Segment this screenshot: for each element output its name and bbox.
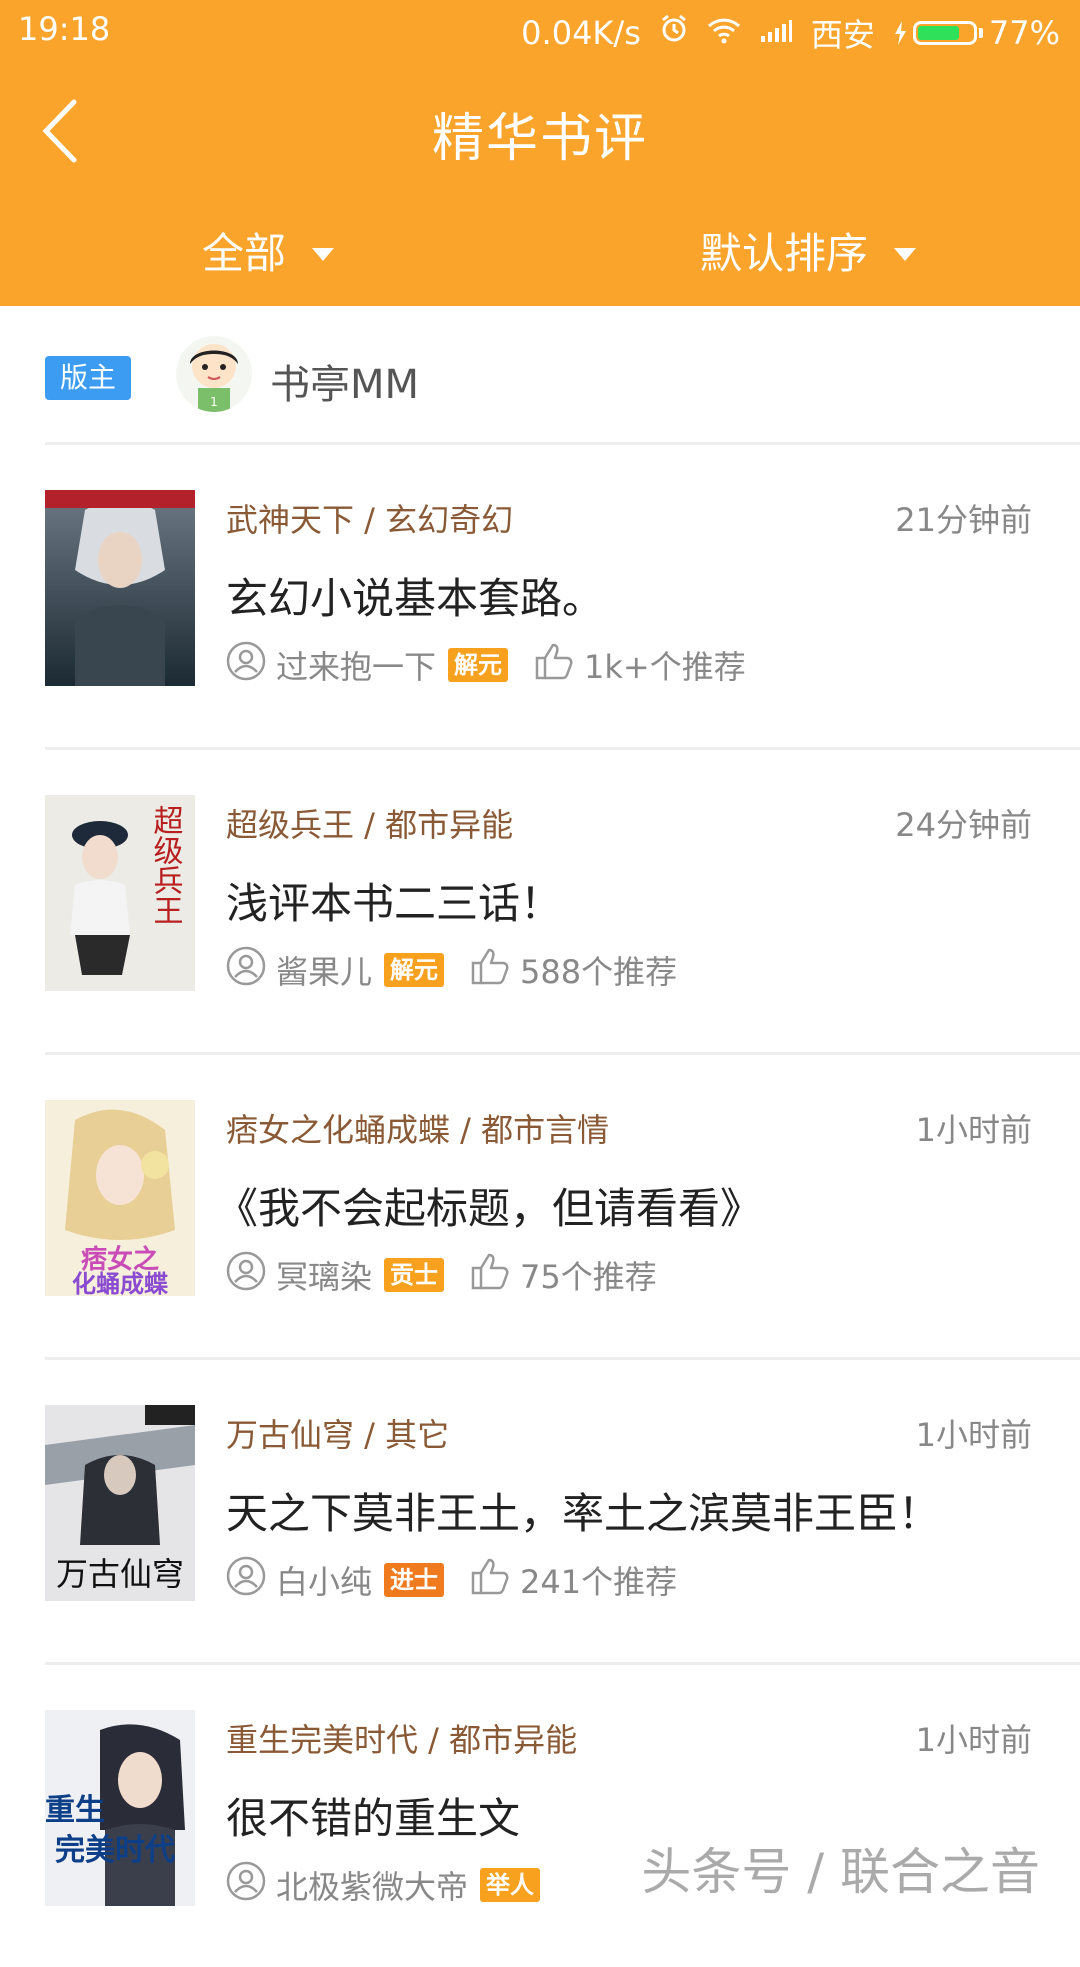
recommend-count: 75个推荐 <box>520 1258 657 1296</box>
battery-indicator: 77% <box>893 14 1060 52</box>
review-list-item[interactable]: 重生 完美时代 重生完美时代 / 都市异能 1小时前 很不错的重生文 北极紫微大… <box>0 1665 1080 1967</box>
review-meta: 北极紫微大帝 举人 <box>226 1861 541 1909</box>
rank-badge: 举人 <box>480 1868 541 1902</box>
thumbs-up-icon[interactable] <box>470 1252 510 1298</box>
reviewer-name[interactable]: 白小纯 <box>276 1557 372 1603</box>
svg-text:1: 1 <box>210 395 218 409</box>
watermark: 头条号 / 联合之音 <box>641 1843 1040 1901</box>
reviewer-name[interactable]: 北极紫微大帝 <box>276 1862 468 1908</box>
review-title[interactable]: 天之下莫非王土，率土之滨莫非王臣！ <box>226 1480 940 1541</box>
review-time: 1小时前 <box>915 1721 1032 1759</box>
page-title: 精华书评 <box>431 109 648 169</box>
wifi-icon <box>707 14 741 52</box>
review-title[interactable]: 《我不会起标题，但请看看》 <box>216 1175 762 1236</box>
book-cover-pinv: 痞女之 化蛹成蝶 <box>45 1100 195 1296</box>
review-meta: 酱果儿 解元 588个推荐 <box>226 946 677 994</box>
review-list-item[interactable]: 痞女之 化蛹成蝶 痞女之化蛹成蝶 / 都市言情 1小时前 《我不会起标题，但请看… <box>0 1055 1080 1357</box>
svg-text:万古仙穹: 万古仙穹 <box>56 1555 184 1593</box>
review-title[interactable]: 浅评本书二三话！ <box>226 870 562 931</box>
rank-badge: 解元 <box>448 648 509 682</box>
book-category[interactable]: 武神天下 / 玄幻奇幻 <box>226 495 513 541</box>
book-cover-wangu: 万古仙穹 <box>45 1405 195 1601</box>
app-header: 19:18 0.04K/s 西安 77% 精华书评 全部 默认排序 <box>0 0 1080 306</box>
moderator-row: 版主 1 书亭MM <box>0 306 1080 444</box>
battery-tip <box>978 28 983 38</box>
user-icon <box>226 1556 266 1604</box>
battery-percent: 77% <box>988 14 1060 52</box>
status-right: 0.04K/s 西安 77% <box>521 10 1060 56</box>
book-cover-chaoji: 超级兵王 <box>45 795 195 991</box>
signal-icon <box>759 14 793 52</box>
net-speed: 0.04K/s <box>521 14 641 52</box>
moderator-name[interactable]: 书亭MM <box>270 352 419 410</box>
book-cover-wushen <box>45 490 195 686</box>
recommend-count: 588个推荐 <box>520 953 678 991</box>
caret-down-icon <box>894 248 917 261</box>
charging-icon <box>894 21 906 45</box>
user-icon <box>226 641 266 689</box>
battery-icon <box>912 21 977 45</box>
book-category[interactable]: 超级兵王 / 都市异能 <box>226 800 513 846</box>
reviewer-name[interactable]: 冥璃染 <box>276 1252 372 1298</box>
reviewer-name[interactable]: 过来抱一下 <box>276 642 436 688</box>
user-icon <box>226 1251 266 1299</box>
caret-down-icon <box>312 248 335 261</box>
review-list-item[interactable]: 武神天下 / 玄幻奇幻 21分钟前 玄幻小说基本套路。 过来抱一下 解元 1k+… <box>0 445 1080 747</box>
book-category[interactable]: 痞女之化蛹成蝶 / 都市言情 <box>226 1105 609 1151</box>
rank-badge: 进士 <box>384 1563 445 1597</box>
recommend-count: 1k+个推荐 <box>584 648 746 686</box>
review-title[interactable]: 玄幻小说基本套路。 <box>226 565 604 626</box>
review-list-item[interactable]: 万古仙穹 万古仙穹 / 其它 1小时前 天之下莫非王土，率土之滨莫非王臣！ 白小… <box>0 1360 1080 1662</box>
battery-fill <box>917 26 959 40</box>
sort-order-dropdown[interactable]: 默认排序 <box>700 220 917 281</box>
review-meta: 白小纯 进士 241个推荐 <box>226 1556 677 1604</box>
book-category[interactable]: 重生完美时代 / 都市异能 <box>226 1715 577 1761</box>
review-list-item[interactable]: 超级兵王 超级兵王 / 都市异能 24分钟前 浅评本书二三话！ 酱果儿 解元 5… <box>0 750 1080 1052</box>
user-icon <box>226 946 266 994</box>
svg-text:完美时代: 完美时代 <box>55 1833 175 1868</box>
reviewer-name[interactable]: 酱果儿 <box>276 947 372 993</box>
review-time: 1小时前 <box>915 1416 1032 1454</box>
book-category[interactable]: 万古仙穹 / 其它 <box>226 1410 449 1456</box>
carrier-label: 西安 <box>810 16 875 54</box>
filter-category-label: 全部 <box>202 229 287 278</box>
sort-order-label: 默认排序 <box>700 229 869 278</box>
svg-text:重生: 重生 <box>45 1793 105 1828</box>
review-time: 24分钟前 <box>895 806 1032 844</box>
moderator-badge: 版主 <box>45 356 131 400</box>
thumbs-up-icon[interactable] <box>534 642 574 688</box>
book-cover-chongsheng: 重生 完美时代 <box>45 1710 195 1906</box>
filter-category-dropdown[interactable]: 全部 <box>202 220 335 281</box>
thumbs-up-icon[interactable] <box>470 947 510 993</box>
rank-badge: 贡士 <box>384 1258 445 1292</box>
cover-title: 超级兵王 <box>148 805 184 925</box>
status-time: 19:18 <box>18 10 111 48</box>
user-icon <box>226 1861 266 1909</box>
review-meta: 过来抱一下 解元 1k+个推荐 <box>226 641 746 689</box>
thumbs-up-icon[interactable] <box>470 1557 510 1603</box>
rank-badge: 解元 <box>384 953 445 987</box>
avatar[interactable]: 1 <box>176 336 252 412</box>
svg-text:化蛹成蝶: 化蛹成蝶 <box>72 1270 169 1296</box>
review-title[interactable]: 很不错的重生文 <box>226 1785 520 1846</box>
status-bar: 19:18 0.04K/s 西安 77% <box>0 0 1080 62</box>
recommend-count: 241个推荐 <box>520 1563 678 1601</box>
review-time: 1小时前 <box>915 1111 1032 1149</box>
review-time: 21分钟前 <box>895 501 1032 539</box>
review-meta: 冥璃染 贡士 75个推荐 <box>226 1251 657 1299</box>
alarm-icon <box>659 14 689 52</box>
